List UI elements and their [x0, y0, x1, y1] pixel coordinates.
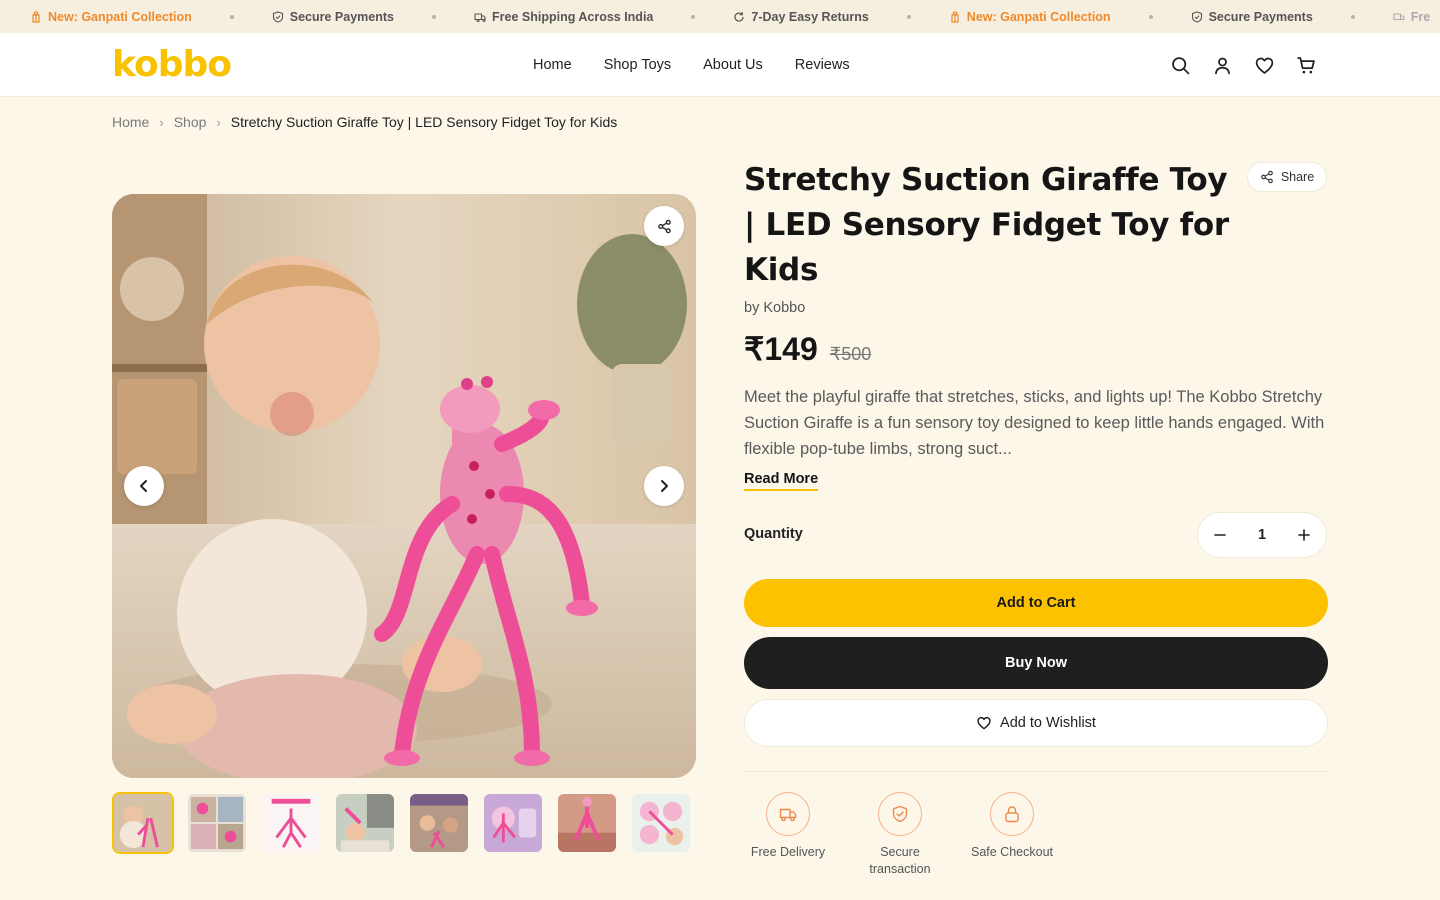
chevron-right-icon [661, 480, 668, 492]
gallery-thumbnails [112, 792, 704, 854]
breadcrumb: Home › Shop › Stretchy Suction Giraffe T… [112, 114, 617, 130]
gallery-prev-button[interactable] [124, 466, 164, 506]
chevron-left-icon [140, 480, 147, 492]
product-main-image[interactable] [112, 194, 696, 778]
badge-icon-wrap [766, 792, 810, 836]
product-brand: by Kobbo [744, 300, 806, 316]
announcement-item: Fre [1393, 10, 1430, 24]
quantity-decrease-button[interactable] [1212, 527, 1228, 543]
quantity-increase-button[interactable] [1296, 527, 1312, 543]
original-price: ₹500 [829, 344, 872, 364]
badge-free-delivery: Free Delivery [744, 792, 832, 878]
search-icon[interactable] [1168, 53, 1192, 77]
announcement-item: New: Ganpati Collection [949, 10, 1111, 24]
section-divider [744, 771, 1328, 772]
share-icon [657, 219, 671, 233]
product-price: ₹149 ₹500 [744, 330, 871, 368]
badge-safe-checkout: Safe Checkout [968, 792, 1056, 878]
product-photo [112, 194, 696, 778]
announcement-item: New: Ganpati Collection [30, 10, 192, 24]
announcement-item: 7-Day Easy Returns [733, 10, 869, 24]
share-icon [1260, 170, 1273, 184]
badge-icon-wrap [878, 792, 922, 836]
refresh-icon [734, 11, 744, 22]
thumbnail-4[interactable] [334, 792, 396, 854]
heart-icon[interactable] [1252, 53, 1276, 77]
share-label: Share [1280, 170, 1315, 184]
nav-home[interactable]: Home [533, 57, 572, 73]
header-actions [1168, 53, 1336, 77]
user-icon[interactable] [1210, 53, 1234, 77]
share-button[interactable]: Share [1247, 162, 1327, 192]
shield-icon [892, 805, 908, 823]
nav-about-us[interactable]: About Us [703, 57, 763, 73]
logo[interactable]: kobbo [112, 45, 232, 85]
breadcrumb-shop[interactable]: Shop [174, 114, 207, 130]
announcement-separator [906, 14, 911, 19]
thumbnail-7[interactable] [556, 792, 618, 854]
badge-label: Safe Checkout [971, 845, 1053, 859]
quantity-value[interactable]: 1 [1258, 527, 1266, 543]
announcement-item: Secure Payments [1191, 10, 1313, 24]
shield-icon [1191, 10, 1202, 23]
buy-now-button[interactable]: Buy Now [744, 637, 1328, 689]
product-description: Meet the playful giraffe that stretches,… [744, 388, 1325, 458]
cart-icon[interactable] [1294, 53, 1318, 77]
breadcrumb-home[interactable]: Home [112, 114, 149, 130]
badge-label: Secure transaction [869, 845, 931, 876]
current-price: ₹149 [744, 331, 818, 367]
add-to-wishlist-button[interactable]: Add to Wishlist [744, 699, 1328, 747]
thumbnail-6[interactable] [482, 792, 544, 854]
nav-reviews[interactable]: Reviews [795, 57, 850, 73]
badge-icon-wrap [990, 792, 1034, 836]
gift-icon [32, 10, 40, 23]
site-header: kobbo Home Shop Toys About Us Reviews [0, 33, 1440, 97]
product-title: Stretchy Suction Giraffe Toy | LED Senso… [744, 162, 1229, 288]
read-more-link[interactable]: Read More [744, 471, 819, 491]
image-share-button[interactable] [644, 206, 684, 246]
announcement-track: New: Ganpati Collection Secure Payments … [30, 0, 1430, 33]
badge-label: Free Delivery [750, 845, 826, 859]
announcement-separator [1350, 14, 1355, 19]
announcement-separator [691, 14, 696, 19]
plus-icon [1298, 529, 1310, 541]
quantity-stepper: 1 [1197, 512, 1327, 558]
quantity-label: Quantity [744, 526, 803, 542]
chevron-right-icon: › [159, 114, 164, 130]
truck-icon [779, 808, 797, 822]
shield-icon [272, 10, 283, 23]
breadcrumb-current: Stretchy Suction Giraffe Toy | LED Senso… [230, 114, 618, 130]
thumbnail-5[interactable] [408, 792, 470, 854]
thumbnail-2[interactable] [186, 792, 248, 854]
announcement-separator [432, 14, 436, 19]
badge-secure-transaction: Secure transaction [856, 792, 944, 878]
announcement-separator [1148, 14, 1153, 19]
gift-icon [951, 10, 959, 23]
lock-icon [1005, 806, 1019, 823]
truck-icon [474, 12, 486, 22]
main-nav: Home Shop Toys About Us Reviews [533, 33, 882, 97]
announcement-bar: New: Ganpati Collection Secure Payments … [0, 0, 1440, 33]
announcement-item: Free Shipping Across India [474, 10, 653, 24]
thumbnail-1[interactable] [112, 792, 174, 854]
announcement-separator [229, 14, 234, 19]
thumbnail-8[interactable] [630, 792, 692, 854]
heart-icon [977, 716, 991, 730]
chevron-right-icon: › [216, 114, 221, 130]
truck-icon [1393, 12, 1405, 20]
thumbnail-3[interactable] [260, 792, 322, 854]
wishlist-label: Add to Wishlist [1000, 715, 1096, 731]
announcement-item: Secure Payments [272, 10, 394, 24]
gallery-next-button[interactable] [644, 466, 684, 506]
nav-shop-toys[interactable]: Shop Toys [604, 57, 671, 73]
minus-icon [1214, 534, 1226, 536]
trust-badges: Free Delivery Secure transaction Safe Ch… [744, 792, 1080, 878]
add-to-cart-button[interactable]: Add to Cart [744, 579, 1328, 627]
